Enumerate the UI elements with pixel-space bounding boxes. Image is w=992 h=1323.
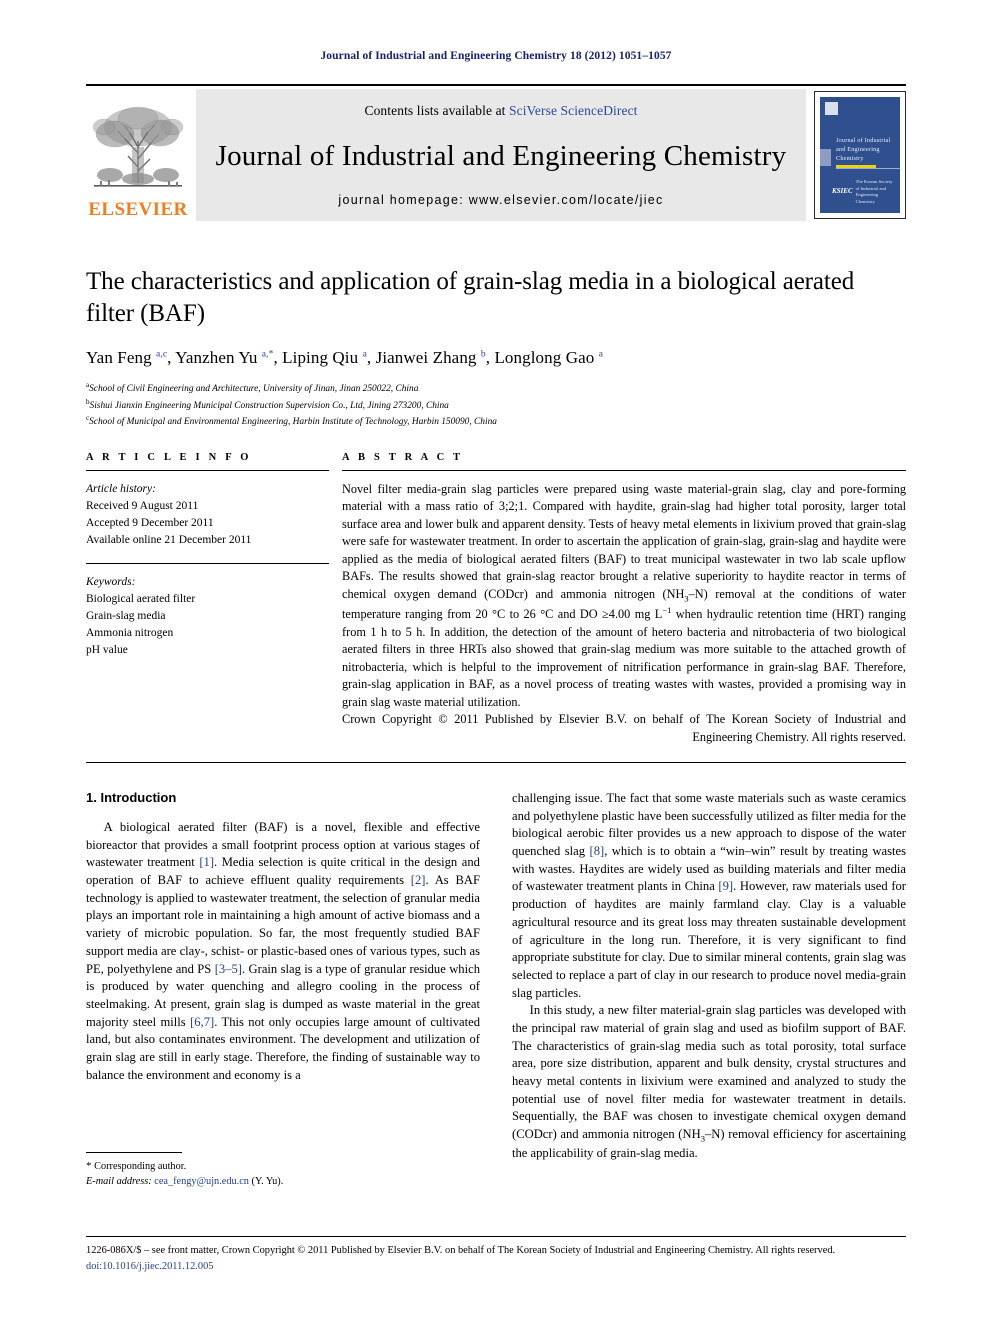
affiliation-text: School of Municipal and Environmental En… — [89, 417, 497, 428]
cover-hairline — [836, 167, 900, 169]
running-head: Journal of Industrial and Engineering Ch… — [320, 50, 672, 62]
keyword-item: Ammonia nitrogen — [86, 627, 174, 640]
doi-value[interactable]: 10.1016/j.jiec.2011.12.005 — [102, 1261, 213, 1272]
cover-accent-rule — [836, 165, 876, 168]
cover-elsevier-icon — [825, 102, 838, 115]
cover-society-footer: KSIEC The Korean Society of Industrial a… — [832, 179, 894, 205]
affiliation-list: aSchool of Civil Engineering and Archite… — [86, 380, 906, 430]
journal-homepage[interactable]: journal homepage: www.elsevier.com/locat… — [338, 193, 663, 207]
affiliation-text: Sishui Jianxin Engineering Municipal Con… — [89, 400, 449, 411]
intro-paragraph: In this study, a new filter material-gra… — [512, 1003, 906, 1160]
email-label: E-mail address: — [86, 1175, 152, 1187]
article-history-online: Available online 21 December 2011 — [86, 534, 252, 547]
sciencedirect-link[interactable]: SciVerse ScienceDirect — [509, 103, 638, 118]
abstract-body: Novel filter media-grain slag particles … — [342, 482, 906, 709]
article-history-accepted: Accepted 9 December 2011 — [86, 517, 214, 530]
footer-rule — [86, 1236, 906, 1237]
section-divider — [86, 762, 906, 763]
email-link[interactable]: cea_fengy@ujn.edu.cn — [154, 1176, 249, 1187]
keywords-block: Keywords: Biological aerated filter Grai… — [86, 574, 329, 659]
paper-title: The characteristics and application of g… — [86, 268, 855, 327]
affiliation-item: aSchool of Civil Engineering and Archite… — [86, 380, 906, 397]
journal-cover-thumbnail[interactable]: Journal of Industrial and Engineering Ch… — [814, 91, 906, 219]
elsevier-logo: ELSEVIER — [86, 89, 190, 221]
page-footer: 1226-086X/$ – see front matter, Crown Co… — [86, 1236, 948, 1274]
affiliation-item: bSishui Jianxin Engineering Municipal Co… — [86, 397, 906, 414]
body-columns: 1. Introduction A biological aerated fil… — [86, 790, 906, 1162]
journal-title: Journal of Industrial and Engineering Ch… — [215, 139, 787, 172]
introduction-heading: 1. Introduction — [86, 790, 177, 805]
cover-society-logo: KSIEC — [832, 187, 853, 196]
keyword-item: pH value — [86, 644, 128, 657]
masthead-center: Contents lists available at SciVerse Sci… — [196, 89, 806, 221]
article-history-header: Article history: — [86, 483, 156, 495]
title-block: The characteristics and application of g… — [86, 266, 906, 430]
corresponding-author-footnote: * Corresponding author. E-mail address: … — [86, 1152, 480, 1190]
keyword-item: Grain-slag media — [86, 610, 166, 623]
keywords-rule — [86, 563, 329, 565]
paper-page: Journal of Industrial and Engineering Ch… — [0, 0, 992, 1323]
article-history-received: Received 9 August 2011 — [86, 500, 199, 513]
keywords-header: Keywords: — [86, 576, 136, 589]
cover-society-name: The Korean Society of Industrial and Eng… — [855, 179, 893, 204]
journal-masthead: ELSEVIER Contents lists available at Sci… — [86, 84, 906, 221]
footer-doi-line: doi:10.1016/j.jiec.2011.12.005 — [86, 1259, 948, 1275]
email-owner: (Y. Yu). — [251, 1175, 284, 1187]
intro-paragraph: challenging issue. The fact that some wa… — [512, 791, 906, 1000]
cover-side-tab — [820, 149, 831, 166]
affiliation-text: School of Civil Engineering and Architec… — [89, 384, 419, 395]
corresponding-author-text: Corresponding author. — [94, 1161, 187, 1172]
article-history: Article history: Received 9 August 2011 … — [86, 481, 329, 549]
intro-paragraph: A biological aerated filter (BAF) is a n… — [86, 820, 481, 1082]
abstract-copyright: Crown Copyright © 2011 Published by Else… — [342, 712, 906, 744]
affiliation-item: cSchool of Municipal and Environmental E… — [86, 413, 906, 430]
keyword-item: Biological aerated filter — [86, 593, 196, 606]
footnote-email: E-mail address: cea_fengy@ujn.edu.cn (Y.… — [86, 1175, 480, 1190]
footnote-rule — [86, 1152, 182, 1153]
info-abstract-section: A R T I C L E I N F O A B S T R A C T Ar… — [86, 452, 906, 746]
footer-copyright: 1226-086X/$ – see front matter, Crown Co… — [86, 1245, 836, 1256]
cover-title: Journal of Industrial and Engineering Ch… — [836, 137, 891, 162]
doi-label: doi: — [86, 1260, 103, 1272]
contents-prefix: Contents lists available at — [364, 103, 509, 118]
abstract-label: A B S T R A C T — [342, 452, 464, 463]
body-column-right: challenging issue. The fact that some wa… — [512, 790, 906, 1162]
author-list: Yan Feng a,c, Yanzhen Yu a,*, Liping Qiu… — [86, 348, 604, 367]
article-info-label: A R T I C L E I N F O — [86, 452, 252, 463]
elsevier-wordmark: ELSEVIER — [88, 199, 188, 220]
elsevier-tree-icon — [92, 106, 184, 187]
asterisk-icon: * — [86, 1160, 92, 1172]
body-column-left: 1. Introduction A biological aerated fil… — [86, 790, 480, 1162]
contents-available-line: Contents lists available at SciVerse Sci… — [364, 103, 637, 119]
footnote-corresponding: * Corresponding author. — [86, 1159, 480, 1175]
